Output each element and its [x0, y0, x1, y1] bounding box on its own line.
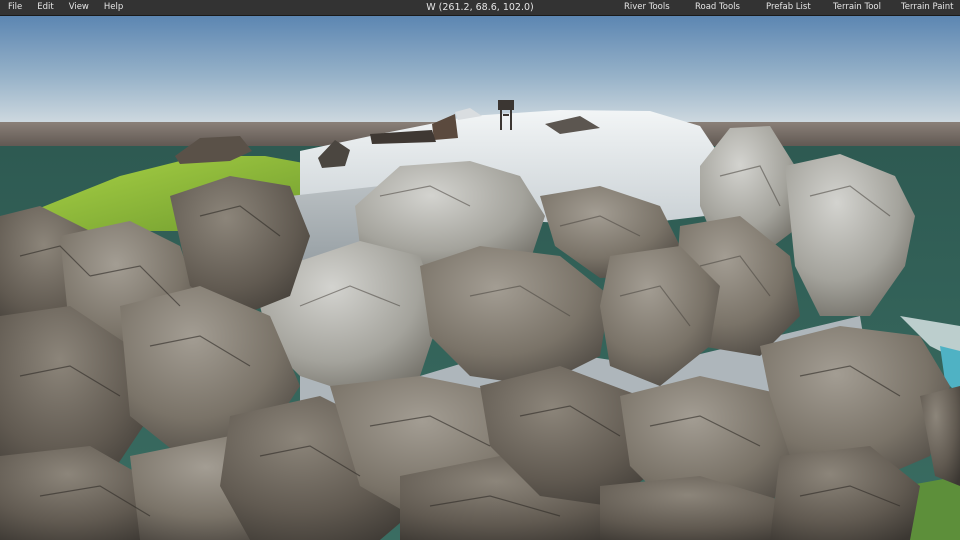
- terrain-paint-button[interactable]: Terrain Paint: [901, 0, 954, 15]
- scene-render[interactable]: [0, 16, 960, 540]
- scene-viewport[interactable]: [0, 16, 960, 540]
- sky: [0, 16, 960, 128]
- editor-window: File Edit View Help W (261.2, 68.6, 102.…: [0, 0, 960, 540]
- tool-menu: River Tools Road Tools Prefab List Terra…: [0, 0, 960, 15]
- river-tools-button[interactable]: River Tools: [624, 0, 670, 15]
- prefab-list-button[interactable]: Prefab List: [766, 0, 811, 15]
- road-tools-button[interactable]: Road Tools: [695, 0, 740, 15]
- terrain-tool-button[interactable]: Terrain Tool: [833, 0, 881, 15]
- menu-bar: File Edit View Help W (261.2, 68.6, 102.…: [0, 0, 960, 16]
